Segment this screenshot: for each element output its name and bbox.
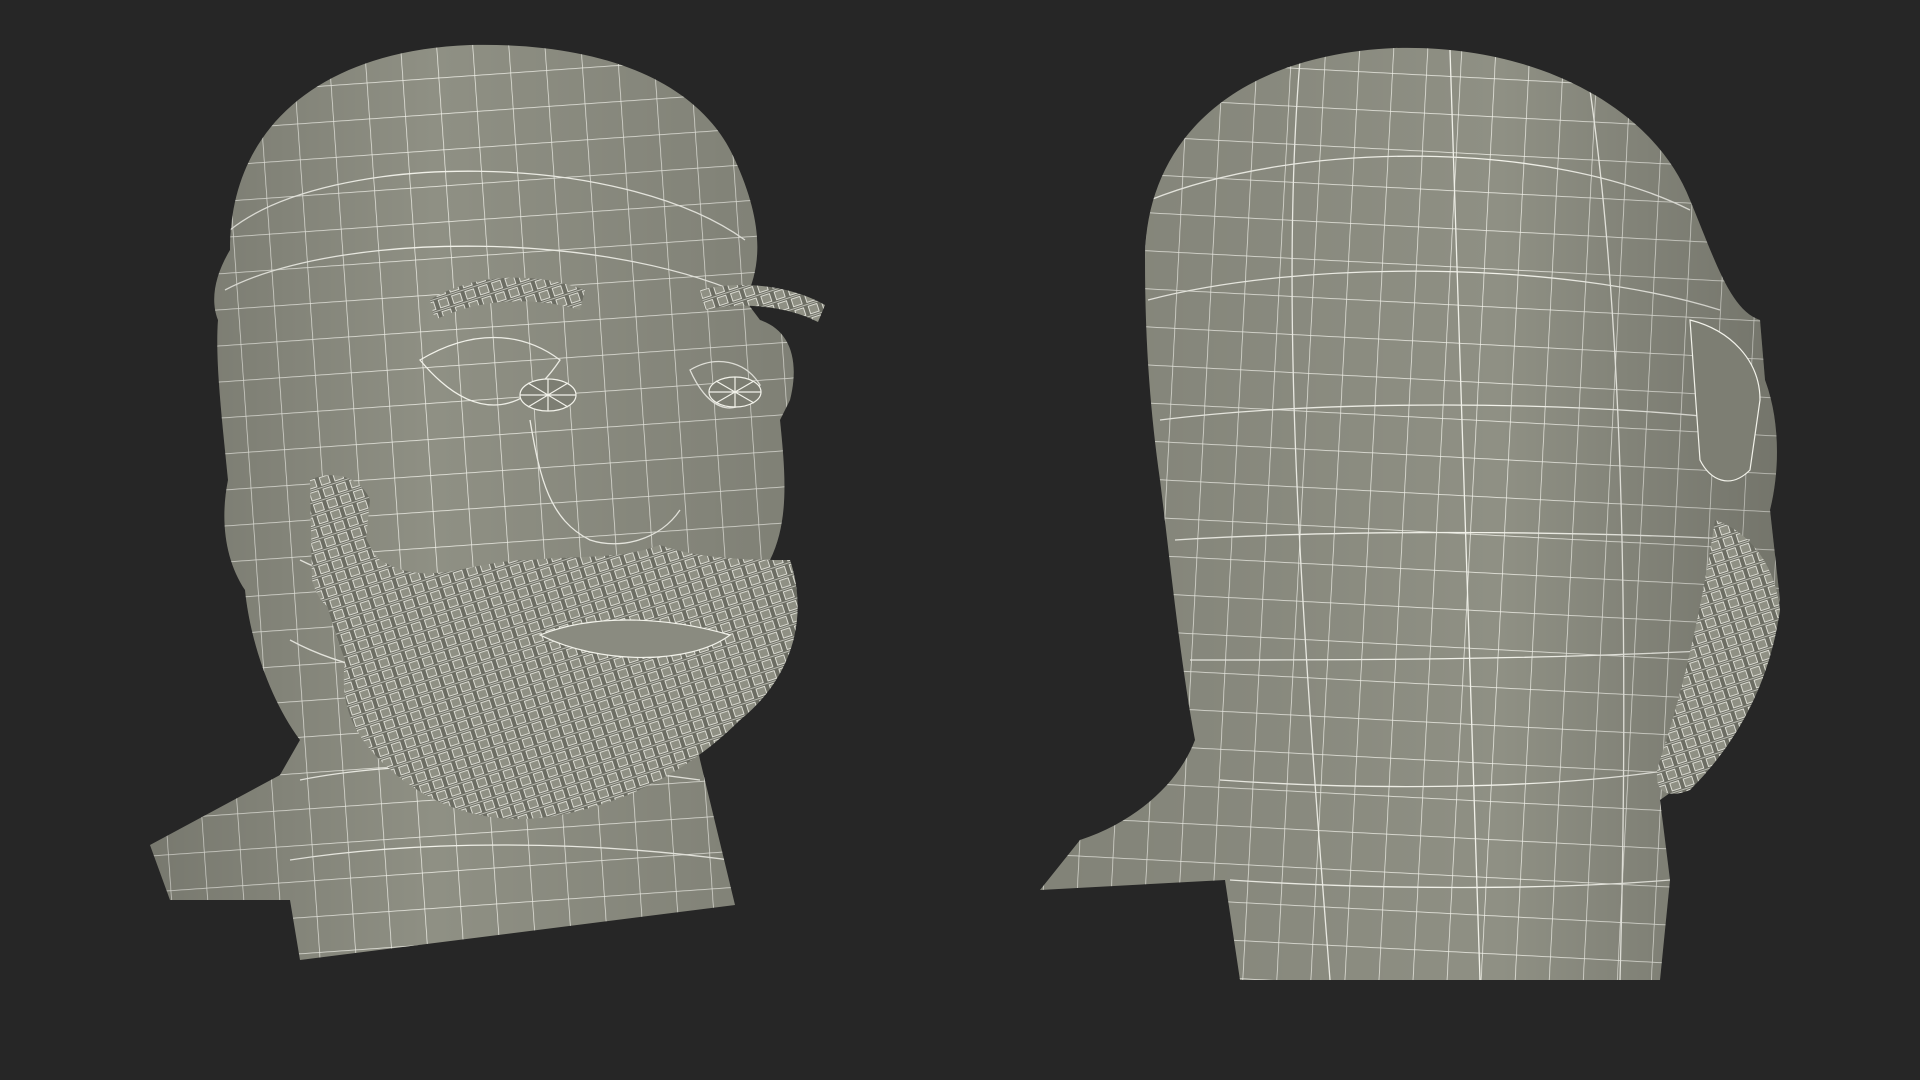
head-model-front-view bbox=[150, 44, 825, 961]
render-stage bbox=[150, 44, 1780, 980]
front-right-eye bbox=[708, 376, 762, 408]
front-left-eye bbox=[519, 378, 577, 412]
head-model-back-view bbox=[1040, 47, 1780, 980]
render-viewport bbox=[0, 0, 1920, 1080]
